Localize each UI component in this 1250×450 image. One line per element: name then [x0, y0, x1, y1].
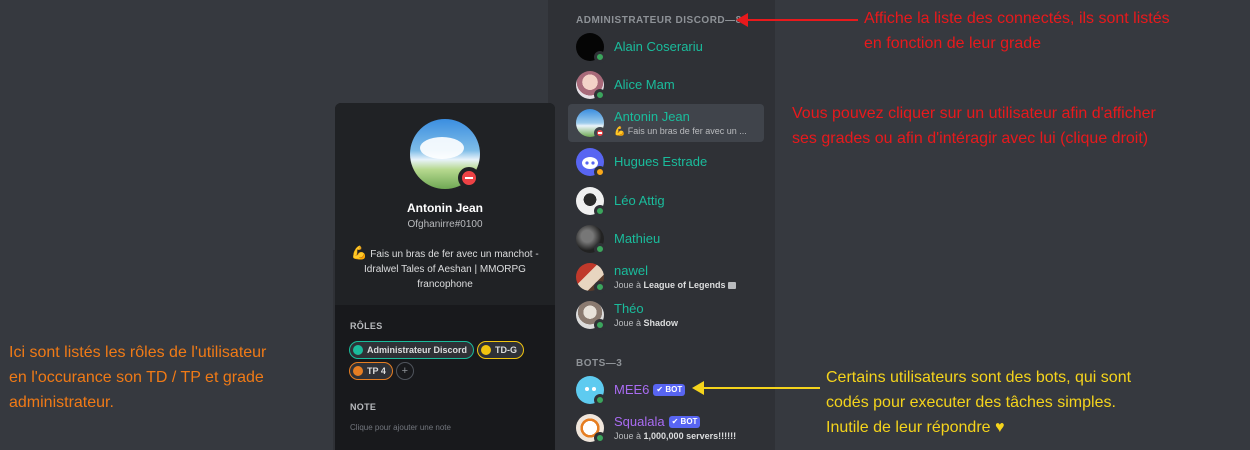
- member-name: nawel: [614, 263, 648, 278]
- member-activity: Joue à League of Legends: [614, 279, 737, 291]
- member-item-mee6[interactable]: MEE6 ✔ BOT: [568, 371, 764, 409]
- avatar: [576, 301, 606, 331]
- avatar: [576, 71, 606, 101]
- online-status-icon: [594, 319, 606, 331]
- online-status-icon: [594, 205, 606, 217]
- online-status-icon: [594, 281, 606, 293]
- avatar: [576, 148, 606, 178]
- custom-status: 💪 Fais un bras de fer avec un manchot - …: [351, 245, 539, 290]
- role-color-icon: [353, 345, 363, 355]
- annotation-bots: Certains utilisateurs sont des bots, qui…: [826, 369, 1132, 436]
- add-role-button[interactable]: +: [395, 362, 414, 380]
- avatar: [576, 263, 606, 293]
- dnd-status-icon: [458, 167, 480, 189]
- annotation-roles: Ici sont listés les rôles de l'utilisate…: [9, 344, 267, 411]
- role-color-icon: [353, 366, 363, 376]
- dnd-status-icon: [594, 127, 606, 139]
- member-item-theo[interactable]: Théo Joue à Shadow: [568, 296, 764, 334]
- avatar: [576, 414, 606, 444]
- role-td-g[interactable]: TD-G: [477, 341, 525, 359]
- idle-status-icon: [594, 166, 606, 178]
- note-title: NOTE: [350, 402, 377, 412]
- online-status-icon: [594, 89, 606, 101]
- popout-header: Antonin Jean Ofghanirre#0100 💪 Fais un b…: [335, 103, 555, 305]
- member-activity: Joue à 1,000,000 servers!!!!!!: [614, 431, 737, 441]
- profile-discriminator: Ofghanirre#0100: [407, 219, 483, 230]
- member-item-squalala[interactable]: Squalala ✔ BOT Joue à 1,000,000 servers!!…: [568, 409, 764, 447]
- member-item-leo[interactable]: Léo Attig: [568, 182, 764, 220]
- rich-presence-icon: [728, 282, 737, 289]
- member-name: MEE6: [614, 382, 650, 397]
- member-item-antonin[interactable]: Antonin Jean 💪 Fais un bras de fer avec …: [568, 104, 764, 142]
- member-name: Alain Coserariu: [614, 39, 703, 54]
- avatar: [576, 33, 606, 63]
- member-name: Alice Mam: [614, 77, 675, 92]
- online-status-icon: [594, 51, 606, 63]
- bot-badge: ✔ BOT: [653, 384, 686, 396]
- role-color-icon: [481, 345, 492, 355]
- member-name: Léo Attig: [614, 193, 665, 208]
- member-name: Théo: [614, 301, 644, 316]
- note-input[interactable]: Clique pour ajouter une note: [350, 423, 451, 432]
- member-name: Hugues Estrade: [614, 154, 708, 169]
- member-activity: 💪 Fais un bras de fer avec un ...: [614, 126, 747, 136]
- role-administrateur-discord[interactable]: Administrateur Discord: [349, 341, 475, 359]
- member-list: ADMINISTRATEUR DISCORD—8 Alain Coserariu…: [560, 0, 775, 450]
- user-profile-popout: Antonin Jean Ofghanirre#0100 💪 Fais un b…: [335, 103, 555, 450]
- member-name: Mathieu: [614, 231, 661, 246]
- annotation-member-list: Affiche la liste des connectés, ils sont…: [864, 10, 1170, 52]
- avatar: [576, 376, 606, 406]
- bots-section-header: BOTS—3: [576, 358, 623, 369]
- annotation-click-user: Vous pouvez cliquer sur un utilisateur a…: [792, 105, 1156, 147]
- member-item-mathieu[interactable]: Mathieu: [568, 220, 764, 258]
- profile-username: Antonin Jean: [406, 201, 483, 215]
- member-item-alain[interactable]: Alain Coserariu: [568, 28, 764, 66]
- member-item-nawel[interactable]: nawel Joue à League of Legends: [568, 258, 764, 296]
- member-name: Antonin Jean: [614, 109, 690, 124]
- roles-title: RÔLES: [350, 321, 383, 331]
- online-status-icon: [594, 432, 606, 444]
- role-tp-4[interactable]: TP 4: [349, 362, 393, 380]
- bot-badge: ✔ BOT: [668, 416, 701, 428]
- member-item-hugues[interactable]: Hugues Estrade: [568, 143, 764, 181]
- member-name: Squalala: [614, 414, 665, 429]
- avatar: [576, 109, 606, 139]
- avatar: [576, 225, 606, 255]
- member-activity: Joue à Shadow: [614, 318, 679, 328]
- role-list: Administrateur Discord TD-G TP 4 +: [349, 341, 549, 380]
- member-item-alice[interactable]: Alice Mam: [568, 66, 764, 104]
- admin-section-header: ADMINISTRATEUR DISCORD—8: [576, 15, 742, 26]
- avatar: [576, 187, 606, 217]
- online-status-icon: [594, 243, 606, 255]
- online-status-icon: [594, 394, 606, 406]
- flexed-biceps-icon: 💪: [351, 245, 368, 260]
